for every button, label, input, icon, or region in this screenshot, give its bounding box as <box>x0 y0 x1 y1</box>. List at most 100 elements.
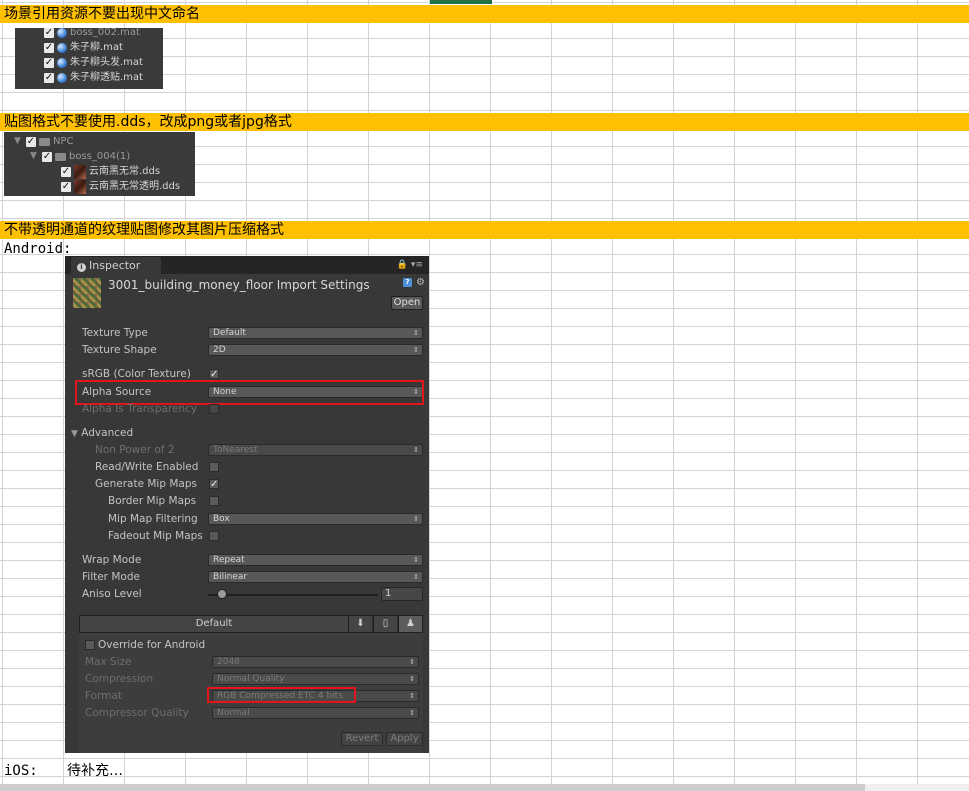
info-icon: i <box>77 263 86 272</box>
tree-row-folder[interactable]: ▼ ✓ boss_004(1) <box>30 149 130 164</box>
inspector-panel: i Inspector 🔒 ▾≡ 3001_building_money_floo… <box>65 256 429 753</box>
read-write-label: Read/Write Enabled <box>95 461 199 473</box>
android-label[interactable]: Android: <box>4 240 71 258</box>
checkbox-icon[interactable]: ✓ <box>42 151 52 162</box>
fadeout-label: Fadeout Mip Maps <box>108 530 203 542</box>
compression-dropdown[interactable]: Normal Quality <box>212 673 419 685</box>
filter-mode-label: Filter Mode <box>82 571 140 583</box>
mip-filter-dropdown[interactable]: Box <box>208 513 423 525</box>
npot-dropdown[interactable]: ToNearest <box>208 444 423 456</box>
tree-row-file[interactable]: ✓ 云南黑无常.dds <box>61 164 160 179</box>
file-name: 云南黑无常.dds <box>89 166 161 177</box>
aniso-slider-track[interactable] <box>208 594 378 596</box>
tab-label: Inspector <box>89 259 141 272</box>
file-name: 云南黑无常透明.dds <box>89 181 181 192</box>
texture-type-label: Texture Type <box>82 327 148 339</box>
override-android-checkbox[interactable] <box>85 640 95 650</box>
folder-icon <box>39 137 50 146</box>
tree-row-root[interactable]: ▼ ✓ NPC <box>14 134 74 149</box>
import-settings-title: 3001_building_money_floor Import Setting… <box>108 278 370 292</box>
max-size-label: Max Size <box>85 656 132 668</box>
read-write-checkbox[interactable] <box>209 462 219 472</box>
open-button[interactable]: Open <box>391 296 423 310</box>
file-name: 朱子柳.mat <box>70 42 123 53</box>
checkbox-icon[interactable]: ✓ <box>61 166 71 177</box>
texture-tree-panel: ▼ ✓ NPC ▼ ✓ boss_004(1) ✓ 云南黑无常.dds ✓ 云南… <box>4 132 195 196</box>
inspector-tabbar: i Inspector 🔒 ▾≡ <box>65 256 429 274</box>
checkbox-icon[interactable]: ✓ <box>44 27 54 38</box>
header-icons: ? ⚙ <box>403 278 425 288</box>
gen-mip-label: Generate Mip Maps <box>95 478 197 490</box>
advanced-foldout[interactable]: ▼ Advanced <box>71 427 133 439</box>
android-icon[interactable]: ♟ <box>398 616 422 632</box>
aniso-slider-knob[interactable] <box>217 589 227 599</box>
checkbox-icon[interactable]: ✓ <box>26 136 36 147</box>
texture-thumbnail-icon <box>74 179 86 194</box>
ios-label[interactable]: iOS: <box>4 762 38 780</box>
ios-note[interactable]: 待补充… <box>67 762 123 780</box>
compressor-quality-label: Compressor Quality <box>85 707 189 719</box>
border-mip-checkbox[interactable] <box>209 496 219 506</box>
mip-filter-label: Mip Map Filtering <box>108 513 198 525</box>
file-name: 朱子柳头发.mat <box>70 57 143 68</box>
tab-default-platform[interactable]: Default <box>80 616 348 632</box>
alpha-source-highlight <box>75 380 424 405</box>
filter-mode-dropdown[interactable]: Bilinear <box>208 571 423 583</box>
material-sphere-icon <box>57 57 67 68</box>
wrap-mode-dropdown[interactable]: Repeat <box>208 554 423 566</box>
srgb-label: sRGB (Color Texture) <box>82 368 191 380</box>
compressor-quality-dropdown[interactable]: Normal <box>212 707 419 719</box>
section-header-format[interactable]: 贴图格式不要使用.dds，改成png或者jpg格式 <box>0 113 969 131</box>
checkbox-icon[interactable]: ✓ <box>44 42 54 53</box>
srgb-checkbox[interactable]: ✓ <box>209 369 219 380</box>
folder-name: boss_004(1) <box>69 151 131 162</box>
tab-inspector[interactable]: i Inspector <box>71 257 161 274</box>
folder-name: NPC <box>53 136 74 147</box>
section-header-compression[interactable]: 不带透明通道的纹理贴图修改其图片压缩格式 <box>0 221 969 239</box>
platform-tabbar: Default ⬇ ▯ ♟ <box>79 615 423 633</box>
max-size-dropdown[interactable]: 2048 <box>212 656 419 668</box>
expand-triangle-icon[interactable]: ▼ <box>30 149 39 164</box>
section-header-naming[interactable]: 场景引用资源不要出现中文命名 <box>0 5 969 23</box>
foldout-triangle-icon: ▼ <box>71 429 78 439</box>
list-item[interactable]: ✓ 朱子柳透贴.mat <box>44 70 143 85</box>
checkbox-icon[interactable]: ✓ <box>44 57 54 68</box>
alpha-transparency-checkbox[interactable] <box>209 404 219 414</box>
material-list-panel: ✓ boss_002.mat ✓ 朱子柳.mat ✓ 朱子柳头发.mat ✓ 朱… <box>15 25 163 89</box>
file-name: 朱子柳透贴.mat <box>70 72 143 83</box>
list-item[interactable]: ✓ 朱子柳头发.mat <box>44 55 143 70</box>
folder-icon <box>55 152 66 161</box>
download-icon[interactable]: ⬇ <box>348 616 372 632</box>
expand-triangle-icon[interactable]: ▼ <box>14 134 23 149</box>
texture-shape-label: Texture Shape <box>82 344 157 356</box>
format-label: Format <box>85 690 123 702</box>
material-sphere-icon <box>57 42 67 53</box>
gear-icon[interactable]: ⚙ <box>416 278 425 288</box>
scrollbar-thumb[interactable] <box>0 784 865 791</box>
npot-label: Non Power of 2 <box>95 444 175 456</box>
material-sphere-icon <box>57 72 67 83</box>
aniso-value-field[interactable]: 1 <box>381 587 423 601</box>
tree-row-file[interactable]: ✓ 云南黑无常透明.dds <box>61 179 180 194</box>
list-item[interactable]: ✓ boss_002.mat <box>44 25 140 40</box>
revert-button[interactable]: Revert <box>341 732 383 746</box>
wrap-mode-label: Wrap Mode <box>82 554 142 566</box>
aniso-label: Aniso Level <box>82 588 142 600</box>
gen-mip-checkbox[interactable]: ✓ <box>209 479 219 490</box>
file-name: boss_002.mat <box>70 27 140 38</box>
texture-type-dropdown[interactable]: Default <box>208 327 423 339</box>
border-mip-label: Border Mip Maps <box>108 495 197 507</box>
texture-shape-dropdown[interactable]: 2D <box>208 344 423 356</box>
mobile-device-icon[interactable]: ▯ <box>373 616 397 632</box>
checkbox-icon[interactable]: ✓ <box>44 72 54 83</box>
checkbox-icon[interactable]: ✓ <box>61 181 71 192</box>
help-book-icon[interactable]: ? <box>403 278 413 287</box>
fadeout-checkbox[interactable] <box>209 531 219 541</box>
alpha-transparency-label: Alpha Is Transparency <box>82 403 198 415</box>
format-highlight <box>207 687 356 703</box>
list-item[interactable]: ✓ 朱子柳.mat <box>44 40 123 55</box>
override-android-label: Override for Android <box>98 639 206 651</box>
compression-label: Compression <box>85 673 154 685</box>
apply-button[interactable]: Apply <box>386 732 423 746</box>
lock-menu-icon[interactable]: 🔒 ▾≡ <box>397 260 423 270</box>
